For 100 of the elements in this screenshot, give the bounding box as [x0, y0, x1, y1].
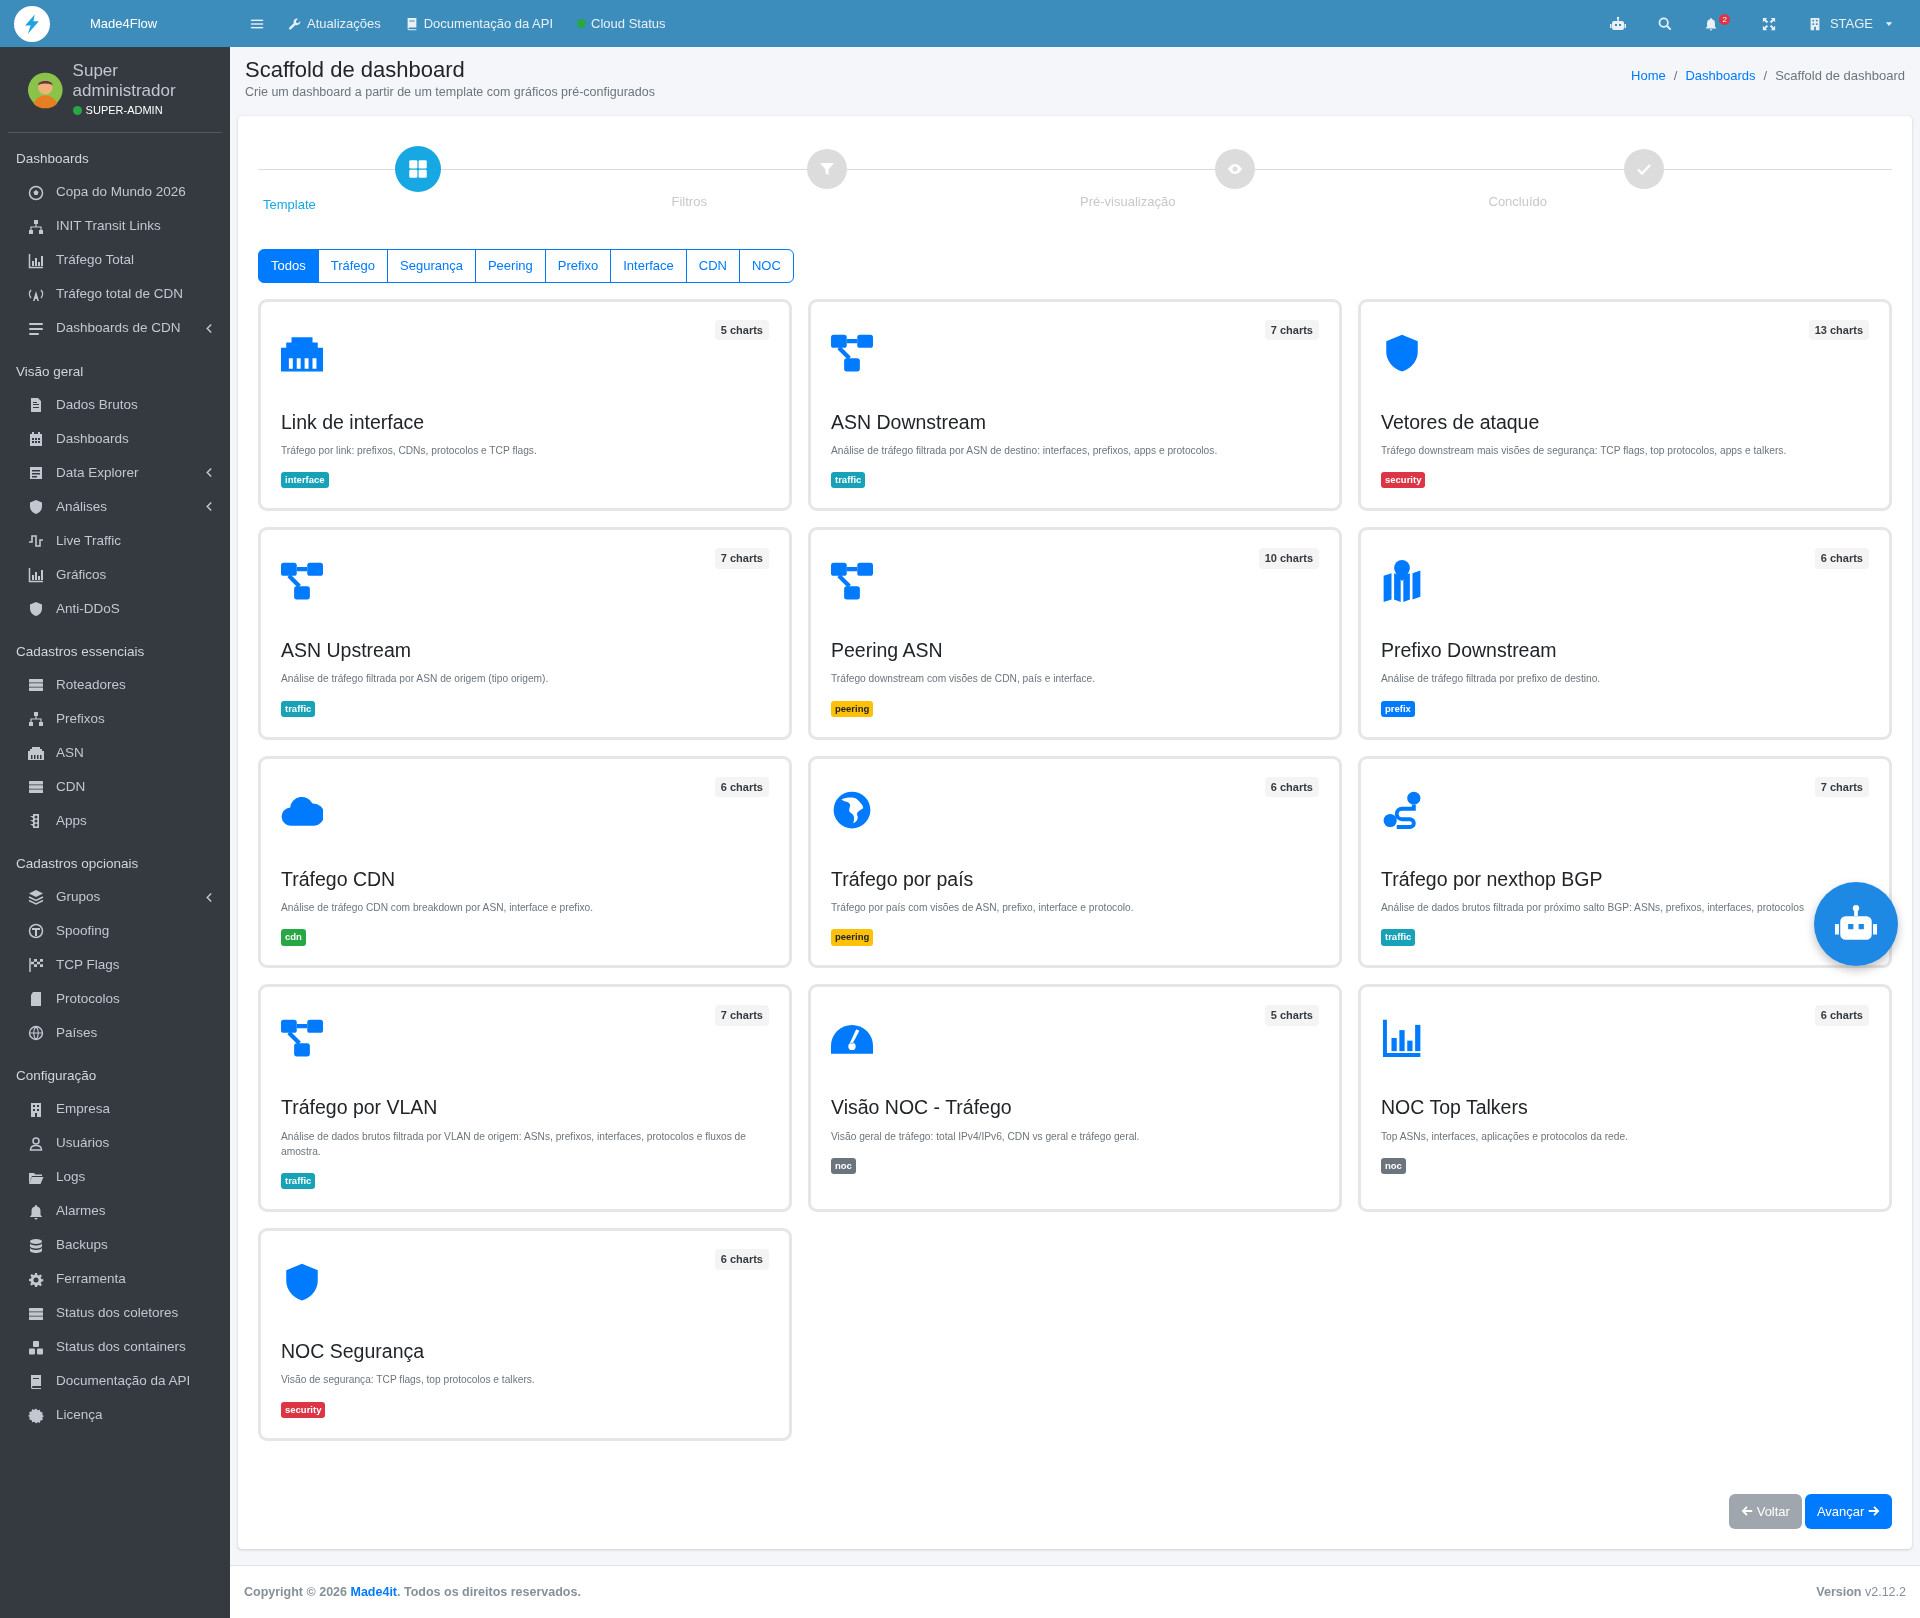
template-card[interactable]: 5 charts Visão NOC - Tráfego Visão geral de tráfego: total IPv4/IPv6, CDN vs geral e tráfego geral. noc [808, 984, 1342, 1213]
chart-count: 6 charts [1814, 1005, 1869, 1026]
sidebar-section-header: Visão geral [15, 362, 85, 381]
sidebar-item[interactable]: Dashboards [0, 421, 230, 456]
template-title: NOC Segurança [281, 1339, 426, 1365]
filter-tab[interactable]: Prefixo [544, 249, 612, 283]
sidebar-item[interactable]: Tráfego Total [0, 243, 230, 278]
settings-icon [28, 1271, 44, 1288]
filter-tab[interactable]: Tráfego [317, 249, 389, 283]
template-card[interactable]: 5 charts Link de interface Tráfego por link: prefixos, CDNs, protocolos e TCP flags. interface [258, 298, 792, 512]
sidebar-item[interactable]: Tráfego total de CDN [0, 277, 230, 312]
sidebar-item[interactable]: ASN [0, 736, 230, 771]
sidebar-item[interactable]: Grupos [0, 880, 230, 915]
sidebar-item[interactable]: Roteadores [0, 668, 230, 703]
chart-count: 10 charts [1258, 548, 1319, 569]
sidebar-item[interactable]: Live Traffic [0, 523, 230, 558]
breadcrumb-link[interactable]: Dashboards [1685, 66, 1756, 86]
page-subtitle: Crie um dashboard a partir de um template com gráficos pré-configurados [245, 84, 655, 102]
filter-icon [818, 161, 835, 178]
bell-icon [28, 1203, 44, 1220]
shield-icon [28, 498, 44, 515]
filter-tab[interactable]: Peering [474, 249, 546, 283]
building-icon [28, 1101, 44, 1118]
breadcrumb-link[interactable]: Home [1631, 66, 1666, 86]
template-card[interactable]: 13 charts Vetores de ataque Tráfego downstream mais visões de segurança: TCP flags, top protocolos, apps e talkers. security [1358, 298, 1892, 512]
next-button[interactable]: Avançar [1804, 1493, 1892, 1529]
template-card[interactable]: 7 charts Tráfego por VLAN Análise de dados brutos filtrada por VLAN de origem: ASNs, prefixos, interfaces, protocolos e fluxos de amostra. traffic [258, 984, 792, 1213]
bar-chart-icon [1381, 1017, 1423, 1060]
sidebar-item[interactable]: Análises [0, 489, 230, 524]
template-tag: peering [831, 700, 874, 717]
template-card[interactable]: 6 charts Tráfego por país Tráfego por país com visões de ASN, prefixo, interface e protocolo. peering [808, 755, 1342, 969]
cubes-icon [28, 1339, 44, 1356]
sidebar-item[interactable]: Ferramenta [0, 1262, 230, 1297]
template-card[interactable]: 7 charts ASN Upstream Análise de tráfego filtrada por ASN de origem (tipo origem). traffic [258, 527, 792, 740]
ball-icon [28, 184, 44, 201]
sidebar-item[interactable]: Dashboards de CDN [0, 311, 230, 346]
sidebar-item[interactable]: Prefixos [0, 702, 230, 737]
sidebar-item[interactable]: Países [0, 1016, 230, 1051]
sidebar-item[interactable]: Licença [0, 1398, 230, 1433]
filter-tab[interactable]: NOC [738, 249, 794, 283]
template-card[interactable]: 10 charts Peering ASN Tráfego downstream com visões de CDN, país e interface. peering [808, 527, 1342, 740]
sidebar-item[interactable]: INIT Transit Links [0, 209, 230, 244]
sidebar-item[interactable]: Status dos containers [0, 1330, 230, 1365]
breadcrumb-separator: / [1763, 67, 1768, 85]
sidebar-item[interactable]: Spoofing [0, 914, 230, 949]
brand-name[interactable]: Made4Flow [90, 13, 158, 34]
user-role: SUPER-ADMIN [85, 102, 163, 118]
step-label: Template [263, 196, 316, 215]
template-title: Link de interface [281, 409, 426, 435]
template-card[interactable]: 7 charts ASN Downstream Análise de tráfego filtrada por ASN de destino: interfaces, prefixos, apps e protocolos. traffic [808, 298, 1342, 512]
template-tag: noc [831, 1157, 856, 1175]
sidebar-item[interactable]: Documentação da API [0, 1364, 230, 1399]
sidebar-item[interactable]: Gráficos [0, 557, 230, 592]
template-tag: traffic [281, 700, 316, 717]
sidebar-item[interactable]: Anti-DDoS [0, 591, 230, 626]
template-card[interactable]: 6 charts NOC Top Talkers Top ASNs, interfaces, aplicações e protocolos da rede. noc [1358, 984, 1892, 1213]
template-title: ASN Upstream [281, 638, 413, 664]
template-card[interactable]: 7 charts Tráfego por nexthop BGP Análise de dados brutos filtrada por próximo salto BGP: ASNs, prefixos, interfaces, protocolos traffic [1358, 755, 1892, 969]
chart-count: 7 charts [714, 1005, 769, 1026]
sidebar-item[interactable]: Data Explorer [0, 455, 230, 490]
template-tag: cdn [281, 929, 306, 946]
sidebar-item[interactable]: Usuários [0, 1126, 230, 1161]
template-title: Visão NOC - Tráfego [831, 1095, 1013, 1121]
layers-icon [28, 889, 44, 906]
sidebar-item[interactable]: Apps [0, 804, 230, 839]
search-icon [1658, 16, 1673, 31]
chart-count: 6 charts [1264, 776, 1319, 798]
template-card[interactable]: 6 charts NOC Segurança Visão de segurança: TCP flags, top protocolos e talkers. security [258, 1228, 792, 1441]
wrench-icon [288, 16, 302, 31]
filter-tab[interactable]: Todos [258, 249, 319, 283]
template-tag: noc [1381, 1157, 1406, 1175]
filter-tab[interactable]: CDN [685, 249, 740, 283]
brand-logo[interactable] [14, 5, 50, 42]
calendar-icon [28, 430, 44, 447]
template-description: Tráfego por país com visões de ASN, prefixo, interface e protocolo. [831, 901, 1135, 915]
network-icon [28, 711, 44, 728]
sidebar-item[interactable]: Status dos coletores [0, 1296, 230, 1331]
robot-icon [1610, 15, 1627, 32]
sidebar-item[interactable]: Dados Brutos [0, 387, 230, 422]
sidebar-item[interactable]: Logs [0, 1160, 230, 1195]
chart-count: 5 charts [1264, 1005, 1319, 1026]
seal-icon [28, 1407, 44, 1424]
template-card[interactable]: 6 charts Prefixo Downstream Análise de tráfego filtrada por prefixo de destino. prefix [1358, 527, 1892, 740]
chart-count: 7 charts [1814, 776, 1869, 798]
template-title: Tráfego por VLAN [281, 1095, 439, 1121]
sidebar-item[interactable]: Empresa [0, 1092, 230, 1127]
sidebar-item[interactable]: Protocolos [0, 982, 230, 1017]
template-description: Análise de tráfego CDN com breakdown por ASN, interface e prefixo. [281, 901, 594, 915]
template-card[interactable]: 6 charts Tráfego CDN Análise de tráfego CDN com breakdown por ASN, interface e prefixo. cdn [258, 755, 792, 969]
step-circle[interactable] [395, 146, 441, 193]
shield-icon [28, 600, 44, 617]
sidebar-item[interactable]: Alarmes [0, 1194, 230, 1229]
filter-tab[interactable]: Interface [610, 249, 687, 283]
notifications-button[interactable] [1704, 16, 1719, 31]
filter-tab[interactable]: Segurança [387, 249, 476, 283]
template-tag: security [1381, 472, 1426, 489]
sidebar-item[interactable]: Backups [0, 1228, 230, 1263]
sidebar-item[interactable]: CDN [0, 770, 230, 805]
sidebar-item[interactable]: Copa do Mundo 2026 [0, 175, 230, 210]
sidebar-item[interactable]: TCP Flags [0, 948, 230, 983]
